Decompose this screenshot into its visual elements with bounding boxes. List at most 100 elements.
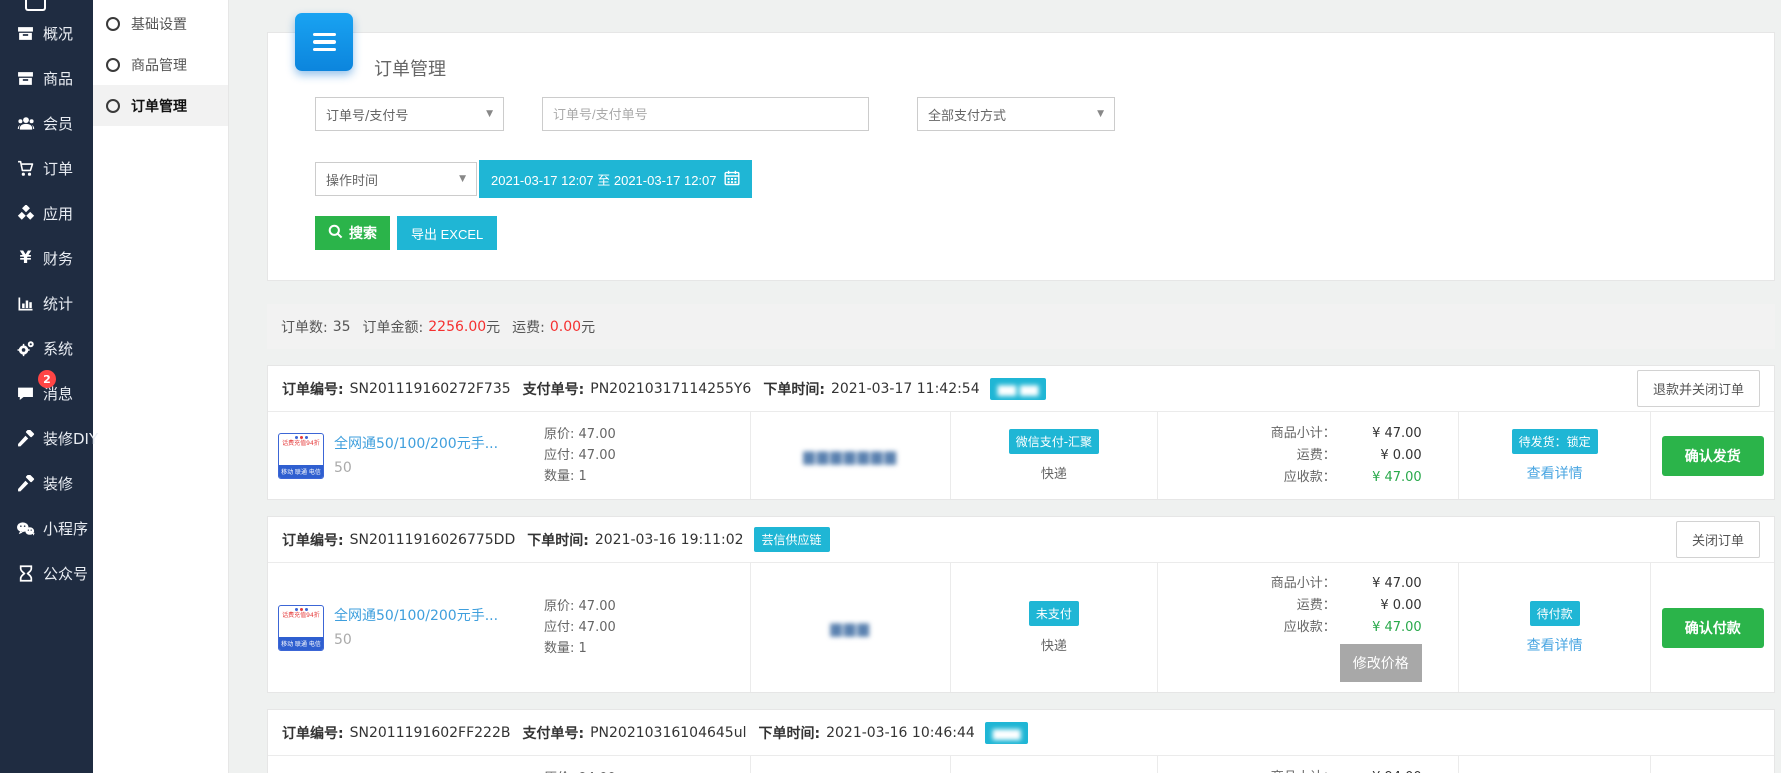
quantity-label: 数量: <box>544 641 574 656</box>
confirm-payment-button[interactable]: 确认付款 <box>1662 608 1764 648</box>
order-time-value: 2021-03-16 10:46:44 <box>826 725 975 741</box>
sidebar-item-orders[interactable]: 订单 <box>0 146 93 191</box>
view-detail-link[interactable]: 查看详情 <box>1527 463 1583 483</box>
delivery-type: 快递 <box>1041 635 1067 654</box>
export-excel-button[interactable]: 导出 EXCEL <box>397 216 497 250</box>
keyword-input[interactable] <box>542 97 869 131</box>
sidebar-item-label: 小程序 <box>43 518 88 539</box>
order-body: 话费充值94折 移动 联通 电信 全网通50/100/200元手... 100 … <box>268 756 1774 773</box>
submenu-item-goods-management[interactable]: 商品管理 <box>93 44 228 85</box>
totals-cell: 商品小计：¥ 47.00 运费：¥ 0.00 应收款：¥ 47.00 修改价格 <box>1157 563 1458 692</box>
sidebar-item-stats[interactable]: 统计 <box>0 281 93 326</box>
sidebar-item-goods[interactable]: 商品 <box>0 56 93 101</box>
refund-close-order-button[interactable]: 退款并关闭订单 <box>1637 370 1760 407</box>
page: 概况 商品 会员 订单 应用 ¥ 财务 统计 系统 <box>0 0 1781 773</box>
sidebar-item-label: 财务 <box>43 248 73 269</box>
order-header: 订单编号: SN201119160272F735 支付单号: PN2021031… <box>268 366 1774 412</box>
search-type-value: 订单号/支付号 <box>326 105 408 124</box>
supplier-badge: ▆▆ ▆▆ <box>990 378 1047 400</box>
submenu-item-label: 基础设置 <box>131 14 187 34</box>
product-cell: 话费充值94折 移动 联通 电信 全网通50/100/200元手... 50 原… <box>268 412 750 499</box>
sidebar-item-label: 商品 <box>43 68 73 89</box>
order-card: 订单编号: SN201119160272F735 支付单号: PN2021031… <box>267 365 1775 500</box>
sidebar-item-label: 系统 <box>43 338 73 359</box>
quantity-label: 数量: <box>544 469 574 484</box>
sidebar-item-system[interactable]: 系统 <box>0 326 93 371</box>
payment-cell: 微信支付-汇聚 快递 <box>950 412 1156 499</box>
sidebar-item-label: 装修 <box>43 473 73 494</box>
sidebar-item-finance[interactable]: ¥ 财务 <box>0 236 93 281</box>
product-title-link[interactable]: 全网通50/100/200元手... <box>334 607 506 627</box>
system-gears-icon <box>16 340 35 357</box>
order-no-label: 订单编号: <box>282 723 344 743</box>
price-block: 原价: 47.00 应付: 47.00 数量: 1 <box>544 596 616 659</box>
decorate-diy-hammer-icon <box>16 430 35 447</box>
sidebar-item-members[interactable]: 会员 <box>0 101 93 146</box>
subtotal-value: ¥ 47.00 <box>1336 423 1422 445</box>
view-detail-link[interactable]: 查看详情 <box>1527 635 1583 655</box>
freight-value: ¥ 0.00 <box>1336 445 1422 467</box>
decorate-hammer-icon <box>16 475 35 492</box>
submenu-item-basic-settings[interactable]: 基础设置 <box>93 3 228 44</box>
chevron-down-icon: ▼ <box>486 109 493 119</box>
order-header: 订单编号: SN2011191602FF222B 支付单号: PN2021031… <box>268 710 1774 756</box>
thumbnail-text-bottom: 移动 联通 电信 <box>279 637 323 650</box>
pay-no-label: 支付单号: <box>522 723 584 743</box>
members-icon <box>16 115 35 132</box>
sidebar-item-decorate[interactable]: 装修 <box>0 461 93 506</box>
summary-bar: 订单数: 35 订单金额: 2256.00 元 运费: 0.00 元 <box>267 304 1775 349</box>
original-price-label: 原价: <box>544 427 574 442</box>
status-cell: 待发货：锁定 查看详情 <box>1458 412 1651 499</box>
payment-cell: 微信支付-汇聚 快递 <box>950 756 1156 773</box>
search-button-label: 搜索 <box>349 223 377 243</box>
original-price-value: 47.00 <box>579 599 616 614</box>
blurred-supplier-name: ▆▆▆ <box>993 726 1021 740</box>
filter-panel: 订单管理 订单号/支付号 ▼ 全部支付方式 ▼ 操作时间 ▼ 2021 <box>267 32 1775 281</box>
orders-count-value: 35 <box>333 319 351 335</box>
receivable-label: 应收款： <box>1284 467 1336 489</box>
chevron-down-icon: ▼ <box>459 174 466 184</box>
stats-chart-icon <box>16 295 35 312</box>
orders-amount-unit: 元 <box>486 317 500 337</box>
sidebar-item-official-account[interactable]: 公众号 <box>0 551 93 596</box>
submenu-item-order-management[interactable]: 订单管理 <box>93 85 228 126</box>
hamburger-icon <box>313 33 336 37</box>
sidebar-item-miniprogram[interactable]: 小程序 <box>0 506 93 551</box>
orders-count-label: 订单数: <box>281 317 328 337</box>
search-button[interactable]: 搜索 <box>315 216 390 250</box>
calendar-icon <box>724 170 740 189</box>
overview-box-icon <box>16 25 35 42</box>
sidebar-item-messages[interactable]: 消息 2 <box>0 371 93 416</box>
product-cell: 话费充值94折 移动 联通 电信 全网通50/100/200元手... 50 原… <box>268 563 750 692</box>
order-body: 话费充值94折 移动 联通 电信 全网通50/100/200元手... 50 原… <box>268 563 1774 692</box>
status-cell: 待付款 查看详情 <box>1458 563 1651 692</box>
sidebar-item-apps[interactable]: 应用 <box>0 191 93 236</box>
payment-cell: 未支付 快递 <box>950 563 1156 692</box>
freight-label: 运费： <box>1297 595 1336 617</box>
sidebar-item-label: 应用 <box>43 203 73 224</box>
order-time-label: 下单时间: <box>763 379 825 399</box>
sidebar-item-label: 概况 <box>43 23 73 44</box>
pay-no-value: PN20210316104645ul <box>590 725 746 741</box>
date-range-button[interactable]: 2021-03-17 12:07 至 2021-03-17 12:07 <box>479 160 752 198</box>
menu-toggle-button[interactable] <box>295 13 353 71</box>
price-block: 原价: 94.00 应付: 94.00 数量: 1 <box>544 768 616 773</box>
close-order-button[interactable]: 关闭订单 <box>1676 521 1760 558</box>
order-card: 订单编号: SN2011191602FF222B 支付单号: PN2021031… <box>267 709 1775 773</box>
freight-value: ¥ 0.00 <box>1336 595 1422 617</box>
modify-price-button[interactable]: 修改价格 <box>1340 644 1422 682</box>
sidebar-item-overview[interactable]: 概况 <box>0 11 93 56</box>
price-block: 原价: 47.00 应付: 47.00 数量: 1 <box>544 424 616 487</box>
confirm-ship-button[interactable]: 确认发货 <box>1662 436 1764 476</box>
subtotal-label: 商品小计： <box>1271 423 1336 445</box>
sidebar-item-label: 订单 <box>43 158 73 179</box>
sidebar-item-partial[interactable] <box>0 0 93 11</box>
pay-method-select[interactable]: 全部支付方式 ▼ <box>917 97 1115 131</box>
search-type-select[interactable]: 订单号/支付号 ▼ <box>315 97 504 131</box>
product-title-link[interactable]: 全网通50/100/200元手... <box>334 435 506 455</box>
receivable-value: ¥ 47.00 <box>1336 617 1422 639</box>
product-thumbnail: 话费充值94折 移动 联通 电信 <box>278 605 324 651</box>
sidebar-item-decorate-diy[interactable]: 装修DIY <box>0 416 93 461</box>
action-cell <box>1650 756 1774 773</box>
time-type-select[interactable]: 操作时间 ▼ <box>315 162 477 196</box>
